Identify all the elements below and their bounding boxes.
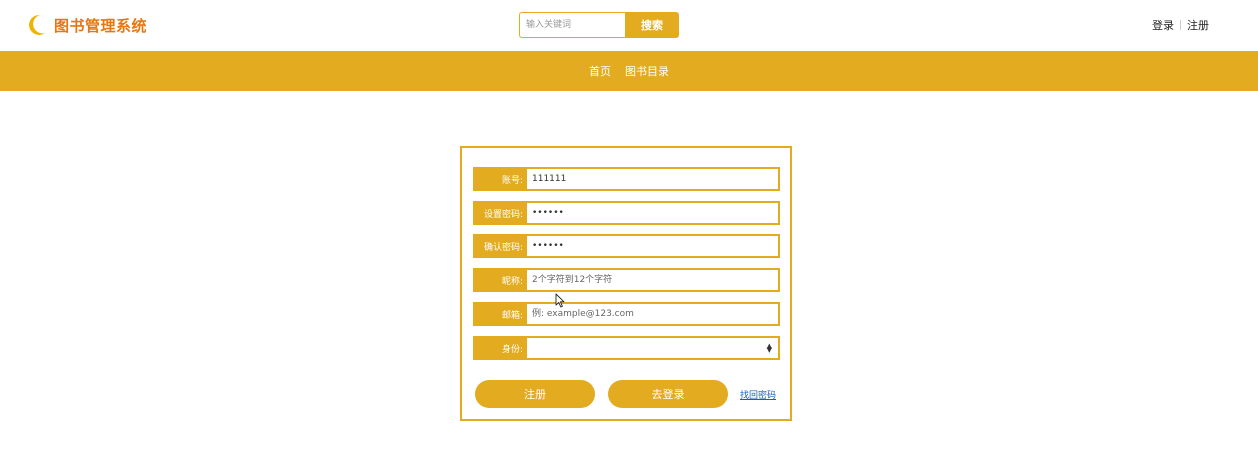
nickname-label: 昵称: bbox=[475, 270, 527, 290]
nickname-input[interactable] bbox=[527, 270, 778, 290]
register-form: 账号: 设置密码: 确认密码: 昵称: 邮箱: 身份: ▲▼ 注册 去登录 找回… bbox=[460, 146, 792, 421]
email-label: 邮箱: bbox=[475, 304, 527, 324]
crescent-moon-icon bbox=[29, 14, 45, 35]
auth-divider bbox=[1180, 20, 1181, 30]
main-nav: 首页 图书目录 bbox=[0, 51, 1258, 91]
password-label: 设置密码: bbox=[475, 203, 527, 223]
search-button[interactable]: 搜索 bbox=[625, 12, 679, 38]
register-button[interactable]: 注册 bbox=[475, 380, 595, 408]
role-label: 身份: bbox=[475, 338, 527, 358]
mouse-pointer-icon bbox=[555, 293, 565, 308]
register-link[interactable]: 注册 bbox=[1187, 17, 1209, 33]
nickname-row: 昵称: bbox=[473, 268, 780, 292]
email-row: 邮箱: bbox=[473, 302, 780, 326]
go-login-button[interactable]: 去登录 bbox=[608, 380, 728, 408]
confirm-password-input[interactable] bbox=[527, 236, 778, 256]
password-row: 设置密码: bbox=[473, 201, 780, 225]
role-row: 身份: ▲ ▼ bbox=[473, 336, 780, 360]
confirm-password-label: 确认密码: bbox=[475, 236, 527, 256]
header: 图书管理系统 搜索 登录 注册 bbox=[0, 0, 1258, 51]
logo[interactable]: 图书管理系统 bbox=[28, 14, 147, 36]
nav-item-catalog[interactable]: 图书目录 bbox=[625, 63, 669, 79]
updown-arrows-icon: ▲ ▼ bbox=[766, 342, 772, 354]
confirm-password-row: 确认密码: bbox=[473, 234, 780, 258]
logo-text: 图书管理系统 bbox=[54, 16, 148, 35]
account-row: 账号: bbox=[473, 167, 780, 191]
role-select[interactable]: ▲ ▼ bbox=[527, 338, 778, 358]
search-input[interactable] bbox=[519, 12, 625, 38]
search-bar: 搜索 bbox=[519, 12, 679, 38]
auth-links: 登录 注册 bbox=[1152, 17, 1209, 33]
forgot-password-link[interactable]: 找回密码 bbox=[740, 388, 776, 401]
login-link[interactable]: 登录 bbox=[1152, 17, 1174, 33]
account-input[interactable] bbox=[527, 169, 778, 189]
account-label: 账号: bbox=[475, 169, 527, 189]
nav-item-home[interactable]: 首页 bbox=[589, 63, 611, 79]
password-input[interactable] bbox=[527, 203, 778, 223]
